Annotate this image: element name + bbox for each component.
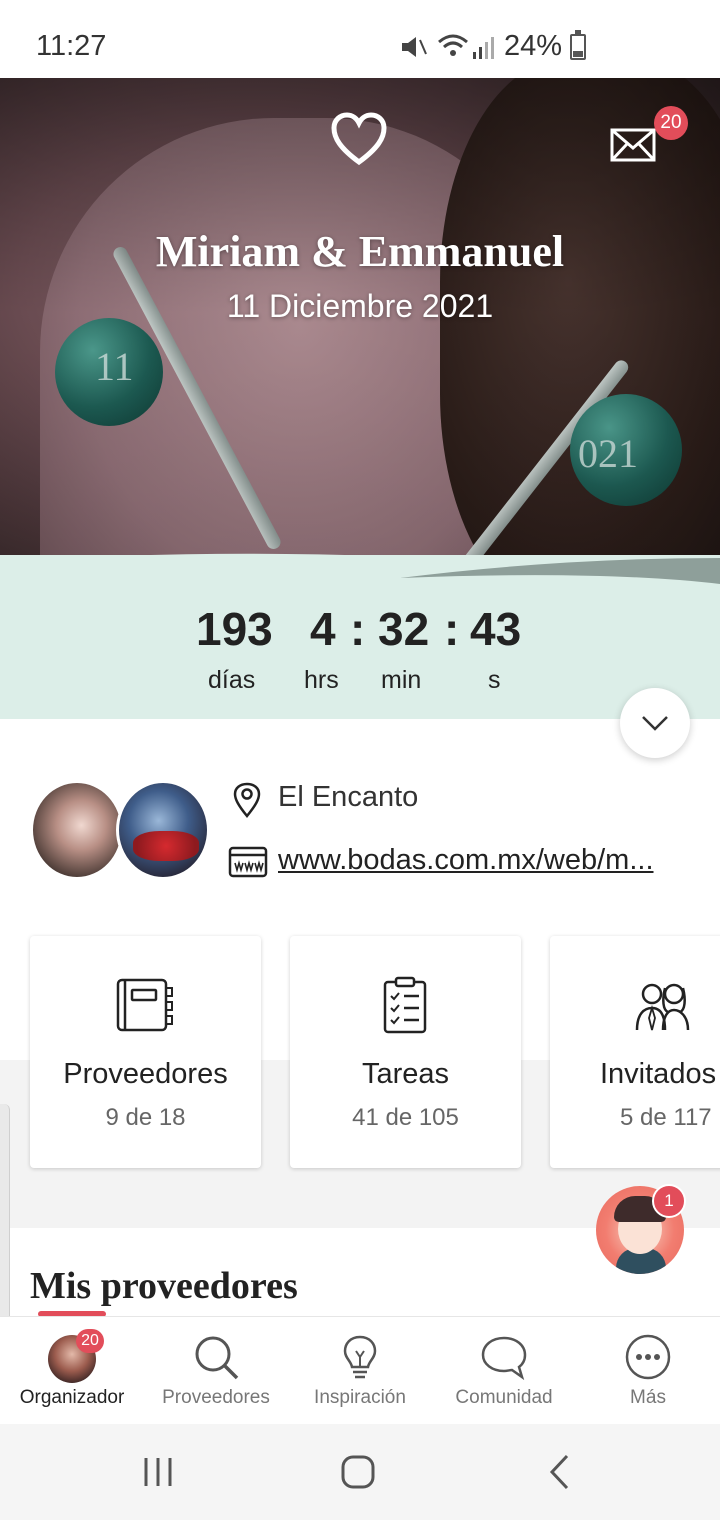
collapse-button[interactable] (620, 688, 690, 758)
card-proveedores[interactable]: Proveedores 9 de 18 (30, 936, 261, 1168)
more-icon (625, 1334, 671, 1380)
nav-comunidad[interactable]: Comunidad (432, 1317, 576, 1425)
system-nav-bar (0, 1424, 720, 1520)
chat-bubble-icon (481, 1336, 527, 1381)
countdown-days-label: días (208, 666, 256, 694)
search-icon (195, 1336, 239, 1380)
website-link[interactable]: www.bodas.com.mx/web/m... (278, 844, 688, 877)
nav-label: Más (630, 1387, 666, 1408)
countdown-minutes-label: min (381, 666, 422, 694)
assistant-badge: 1 (652, 1184, 686, 1218)
messages-badge: 20 (654, 106, 688, 140)
battery-icon (570, 30, 586, 60)
card-tareas[interactable]: Tareas 41 de 105 (290, 936, 521, 1168)
heart-logo-icon (331, 112, 387, 166)
section-title: Mis proveedores (30, 1265, 298, 1307)
avatar-groom[interactable] (116, 780, 210, 880)
countdown-separator: : (444, 603, 460, 655)
nav-organizador[interactable]: 20 Organizador (0, 1317, 144, 1425)
nav-label: Proveedores (162, 1387, 270, 1408)
chevron-down-icon (642, 716, 668, 731)
countdown-hours-label: hrs (304, 666, 339, 694)
location-pin-icon (233, 782, 261, 818)
mail-icon[interactable] (610, 128, 656, 162)
status-bar: 11:27 24% (0, 0, 720, 78)
card-invitados[interactable]: Invitados 5 de 117 (550, 936, 720, 1168)
lightbulb-icon (343, 1335, 377, 1379)
guests-icon (635, 983, 690, 1031)
card-progress: 41 de 105 (352, 1104, 459, 1131)
card-title: Tareas (361, 1058, 450, 1090)
back-icon[interactable] (540, 1452, 580, 1492)
battery-percent: 24% (504, 30, 563, 62)
nav-label: Inspiración (314, 1387, 406, 1408)
website-icon (228, 846, 268, 878)
nav-mas[interactable]: Más (576, 1317, 720, 1425)
nav-inspiracion[interactable]: Inspiración (288, 1317, 432, 1425)
countdown-seconds: 43 (470, 603, 522, 655)
nav-badge: 20 (76, 1329, 104, 1353)
countdown-wave (0, 553, 720, 598)
card-progress: 5 de 117 (620, 1104, 712, 1131)
signal-icon (473, 37, 494, 59)
mute-icon (402, 37, 427, 57)
countdown-days: 193 (196, 603, 273, 655)
wifi-icon (438, 34, 468, 56)
recent-apps-icon[interactable] (138, 1452, 178, 1492)
home-icon[interactable] (338, 1452, 378, 1492)
countdown-separator: : (350, 603, 366, 655)
status-time: 11:27 (36, 30, 107, 62)
card-title: Proveedores (63, 1058, 228, 1090)
couple-names: Miriam & Emmanuel (155, 227, 565, 276)
countdown-hours: 4 (310, 603, 336, 655)
card-progress: 9 de 18 (105, 1104, 186, 1131)
wedding-date: 11 Diciembre 2021 (226, 288, 494, 324)
countdown-seconds-label: s (488, 666, 501, 694)
nav-label: Comunidad (455, 1387, 553, 1408)
nav-proveedores[interactable]: Proveedores (144, 1317, 288, 1425)
venue-name[interactable]: El Encanto (278, 781, 418, 814)
bottom-nav: 20 Organizador Proveedores Inspiración C… (0, 1316, 720, 1424)
avatar-bride[interactable] (30, 780, 124, 880)
notebook-icon (116, 978, 173, 1032)
countdown-minutes: 32 (378, 603, 430, 655)
nav-label: Organizador (19, 1387, 125, 1408)
clipboard-icon (383, 976, 427, 1034)
card-title: Invitados (600, 1058, 717, 1090)
